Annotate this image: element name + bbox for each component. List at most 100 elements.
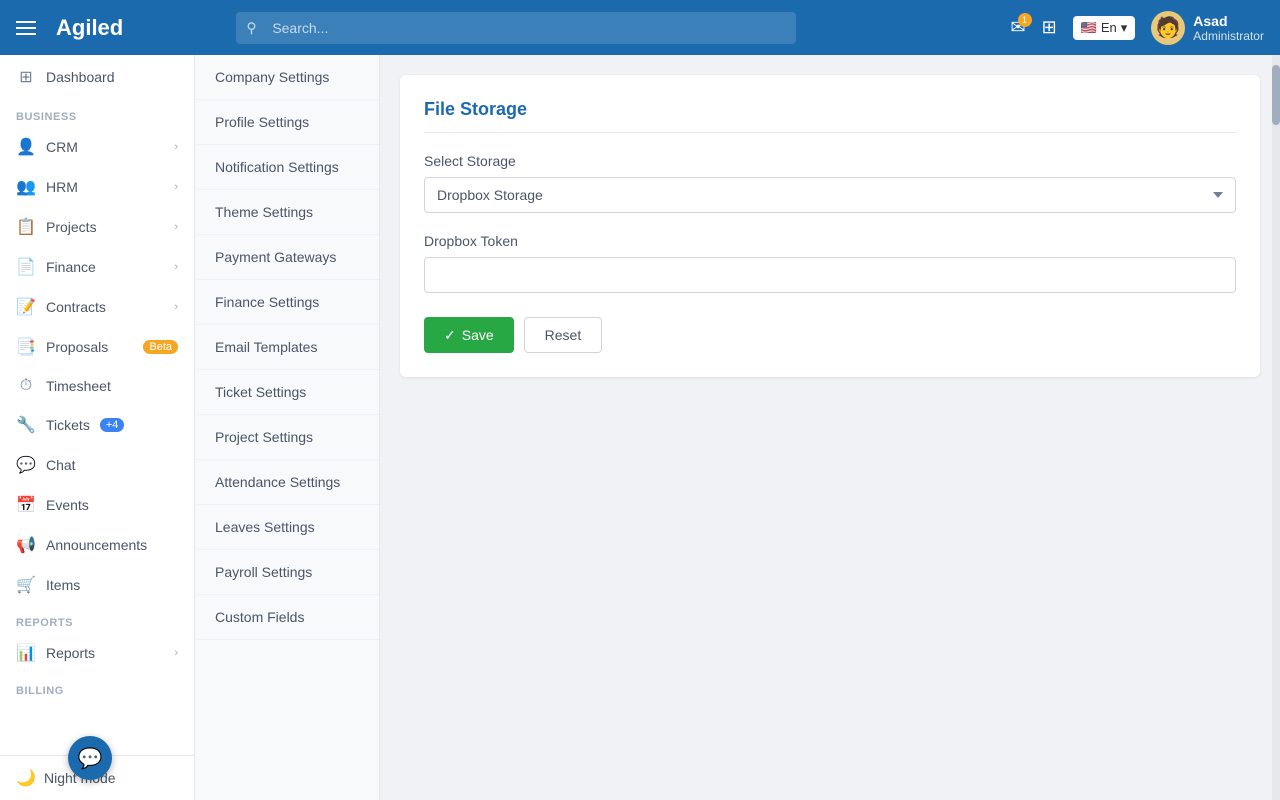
top-navbar: Agiled ⚲ ✉ 1 ⊞ 🇺🇸 En ▾ 🧑 Asad Administra… (0, 0, 1280, 55)
app-logo: Agiled (56, 15, 123, 41)
dashboard-icon: ⊞ (16, 67, 36, 87)
settings-leaves[interactable]: Leaves Settings (195, 505, 379, 550)
notifications-button[interactable]: ✉ 1 (1010, 17, 1025, 38)
apps-button[interactable]: ⊞ (1042, 17, 1057, 38)
settings-email[interactable]: Email Templates (195, 325, 379, 370)
tickets-icon: 🔧 (16, 415, 36, 435)
main-content: File Storage Select Storage Dropbox Stor… (380, 55, 1280, 800)
settings-profile[interactable]: Profile Settings (195, 100, 379, 145)
finance-arrow-icon: › (174, 261, 178, 273)
reset-button[interactable]: Reset (524, 317, 603, 353)
tickets-label: Tickets (46, 417, 90, 433)
file-storage-card: File Storage Select Storage Dropbox Stor… (400, 75, 1260, 377)
check-icon: ✓ (444, 327, 456, 344)
finance-label: Finance (46, 259, 96, 275)
events-icon: 📅 (16, 495, 36, 515)
sidebar-item-chat[interactable]: 💬 Chat (0, 445, 194, 485)
events-label: Events (46, 497, 89, 513)
sidebar-item-contracts[interactable]: 📝 Contracts › (0, 287, 194, 327)
settings-payment[interactable]: Payment Gateways (195, 235, 379, 280)
items-icon: 🛒 (16, 575, 36, 595)
sidebar-item-proposals[interactable]: 📑 Proposals Beta (0, 327, 194, 367)
contracts-icon: 📝 (16, 297, 36, 317)
language-selector[interactable]: 🇺🇸 En ▾ (1073, 16, 1136, 40)
dropbox-token-group: Dropbox Token (424, 233, 1236, 293)
sidebar-item-finance[interactable]: 📄 Finance › (0, 247, 194, 287)
items-label: Items (46, 577, 80, 593)
tickets-badge: +4 (100, 418, 125, 432)
save-button[interactable]: ✓ Save (424, 317, 514, 353)
section-business: BUSINESS (0, 99, 194, 127)
user-role: Administrator (1193, 29, 1264, 43)
notification-badge: 1 (1018, 13, 1032, 27)
user-info: Asad Administrator (1193, 13, 1264, 43)
night-mode-icon: 🌙 (16, 768, 36, 788)
topnav-right: ✉ 1 ⊞ 🇺🇸 En ▾ 🧑 Asad Administrator (1010, 11, 1264, 45)
select-storage-label: Select Storage (424, 153, 1236, 169)
proposals-badge: Beta (143, 340, 178, 354)
search-container: ⚲ (236, 12, 796, 44)
dropbox-token-input[interactable] (424, 257, 1236, 293)
sidebar-item-hrm[interactable]: 👥 HRM › (0, 167, 194, 207)
hrm-arrow-icon: › (174, 181, 178, 193)
proposals-icon: 📑 (16, 337, 36, 357)
scrollbar[interactable] (1272, 55, 1280, 800)
username: Asad (1193, 13, 1264, 29)
crm-icon: 👤 (16, 137, 36, 157)
search-input[interactable] (236, 12, 796, 44)
settings-theme[interactable]: Theme Settings (195, 190, 379, 235)
sidebar-item-dashboard[interactable]: ⊞ Dashboard (0, 55, 194, 99)
user-menu[interactable]: 🧑 Asad Administrator (1151, 11, 1264, 45)
sidebar-item-reports[interactable]: 📊 Reports › (0, 633, 194, 673)
sidebar-item-announcements[interactable]: 📢 Announcements (0, 525, 194, 565)
proposals-label: Proposals (46, 339, 108, 355)
sidebar-item-tickets[interactable]: 🔧 Tickets +4 (0, 405, 194, 445)
chat-icon: 💬 (16, 455, 36, 475)
lang-chevron-icon: ▾ (1121, 20, 1128, 36)
dropbox-token-label: Dropbox Token (424, 233, 1236, 249)
reports-arrow-icon: › (174, 647, 178, 659)
timesheet-icon: ⏱ (16, 377, 36, 395)
select-storage-group: Select Storage Dropbox Storage Local Sto… (424, 153, 1236, 213)
section-billing: BILLING (0, 673, 194, 701)
storage-select[interactable]: Dropbox Storage Local Storage Amazon S3 (424, 177, 1236, 213)
sidebar-item-items[interactable]: 🛒 Items (0, 565, 194, 605)
chat-support-button[interactable]: 💬 (68, 736, 112, 780)
settings-project[interactable]: Project Settings (195, 415, 379, 460)
crm-label: CRM (46, 139, 78, 155)
announcements-label: Announcements (46, 537, 147, 553)
dashboard-label: Dashboard (46, 69, 115, 85)
settings-sidebar: Company Settings Profile Settings Notifi… (195, 55, 380, 800)
settings-notification[interactable]: Notification Settings (195, 145, 379, 190)
contracts-label: Contracts (46, 299, 106, 315)
lang-label: En (1101, 20, 1117, 35)
timesheet-label: Timesheet (46, 378, 111, 394)
scroll-thumb[interactable] (1272, 65, 1280, 125)
reports-label: Reports (46, 645, 95, 661)
settings-company[interactable]: Company Settings (195, 55, 379, 100)
sidebar-item-projects[interactable]: 📋 Projects › (0, 207, 194, 247)
file-storage-title: File Storage (424, 99, 1236, 133)
reports-icon: 📊 (16, 643, 36, 663)
settings-finance[interactable]: Finance Settings (195, 280, 379, 325)
hrm-icon: 👥 (16, 177, 36, 197)
contracts-arrow-icon: › (174, 301, 178, 313)
sidebar-item-timesheet[interactable]: ⏱ Timesheet (0, 367, 194, 405)
chat-bubble-icon: 💬 (78, 746, 103, 771)
avatar: 🧑 (1151, 11, 1185, 45)
hamburger-menu[interactable] (16, 21, 36, 35)
settings-payroll[interactable]: Payroll Settings (195, 550, 379, 595)
main-layout: ⊞ Dashboard BUSINESS 👤 CRM › 👥 HRM › 📋 P… (0, 55, 1280, 800)
settings-custom[interactable]: Custom Fields (195, 595, 379, 640)
chat-label: Chat (46, 457, 76, 473)
left-sidebar: ⊞ Dashboard BUSINESS 👤 CRM › 👥 HRM › 📋 P… (0, 55, 195, 800)
settings-ticket[interactable]: Ticket Settings (195, 370, 379, 415)
projects-arrow-icon: › (174, 221, 178, 233)
search-icon: ⚲ (246, 19, 256, 36)
settings-attendance[interactable]: Attendance Settings (195, 460, 379, 505)
sidebar-item-crm[interactable]: 👤 CRM › (0, 127, 194, 167)
finance-icon: 📄 (16, 257, 36, 277)
announcements-icon: 📢 (16, 535, 36, 555)
sidebar-item-events[interactable]: 📅 Events (0, 485, 194, 525)
projects-icon: 📋 (16, 217, 36, 237)
